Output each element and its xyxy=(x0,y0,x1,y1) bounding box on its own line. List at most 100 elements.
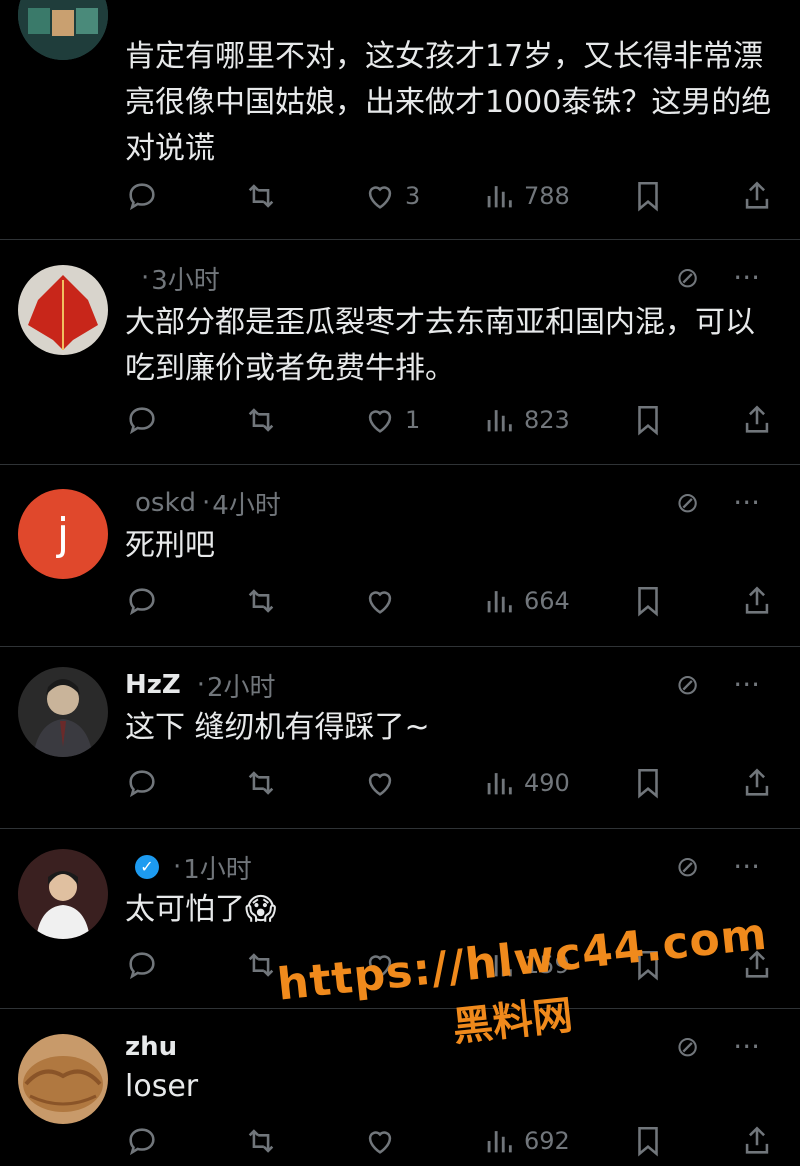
reply-feed: 肯定有哪里不对，这女孩才17岁，又长得非常漂亮很像中国姑娘，出来做才1000泰铢… xyxy=(0,0,800,1166)
reply-button[interactable] xyxy=(125,766,185,800)
more-icon[interactable]: ··· xyxy=(733,665,760,705)
share-button[interactable] xyxy=(740,403,782,437)
views-button[interactable]: 490 xyxy=(482,766,572,800)
grok-icon[interactable]: ⊘ xyxy=(676,483,699,523)
bookmark-button[interactable] xyxy=(631,1124,681,1158)
repost-button[interactable] xyxy=(244,584,304,618)
timestamp[interactable]: 1小时 xyxy=(183,849,252,886)
avatar[interactable] xyxy=(18,667,108,757)
username[interactable]: zhu xyxy=(125,1032,177,1062)
reply-post[interactable]: HzZ · 2小时 ⊘ ··· 这下 缝纫机有得踩了~ 490 xyxy=(0,647,800,829)
post-header: oskd · 4小时 ⊘ ··· xyxy=(125,483,780,523)
view-count: 788 xyxy=(524,182,570,210)
separator: · xyxy=(173,852,182,882)
grok-icon[interactable]: ⊘ xyxy=(676,847,699,887)
share-button[interactable] xyxy=(740,1124,782,1158)
share-icon xyxy=(745,1126,769,1154)
more-icon[interactable]: ··· xyxy=(733,483,760,523)
post-header: · 3小时 ⊘ ··· xyxy=(125,258,780,298)
like-button[interactable]: 3 xyxy=(363,179,423,213)
avatar[interactable] xyxy=(18,849,108,939)
reply-icon xyxy=(129,588,155,616)
reply-icon xyxy=(129,952,155,980)
reply-button[interactable] xyxy=(125,948,185,982)
share-icon xyxy=(745,181,769,209)
view-count: 692 xyxy=(524,1127,570,1155)
reply-icon xyxy=(129,183,155,211)
more-icon[interactable]: ··· xyxy=(733,847,760,887)
grok-icon[interactable]: ⊘ xyxy=(676,258,699,298)
views-button[interactable]: 692 xyxy=(482,1124,572,1158)
share-button[interactable] xyxy=(740,766,782,800)
share-button[interactable] xyxy=(740,584,782,618)
reply-post[interactable]: · 3小时 ⊘ ··· 大部分都是歪瓜裂枣才去东南亚和国内混，可以吃到廉价或者免… xyxy=(0,240,800,465)
bookmark-icon xyxy=(638,768,658,799)
repost-icon xyxy=(248,408,274,432)
more-icon[interactable]: ··· xyxy=(733,258,760,298)
like-button[interactable]: 1 xyxy=(363,403,423,437)
avatar[interactable] xyxy=(18,265,108,355)
action-bar: 3 788 xyxy=(125,176,782,216)
reply-button[interactable] xyxy=(125,584,185,618)
view-count: 490 xyxy=(524,769,570,797)
header-icons: ⊘ ··· xyxy=(676,258,760,298)
like-count: 3 xyxy=(405,182,421,210)
bookmark-icon xyxy=(638,181,658,212)
post-text: 大部分都是歪瓜裂枣才去东南亚和国内混，可以吃到廉价或者免费牛排。 xyxy=(125,305,755,386)
views-icon xyxy=(487,591,512,613)
action-bar: 490 xyxy=(125,763,782,803)
post-text: 肯定有哪里不对，这女孩才17岁，又长得非常漂亮很像中国姑娘，出来做才1000泰铢… xyxy=(125,39,772,166)
post-text: 这下 缝纫机有得踩了~ xyxy=(125,710,430,745)
repost-icon xyxy=(248,771,274,795)
header-icons: ⊘ ··· xyxy=(676,665,760,705)
reply-icon xyxy=(129,770,155,798)
like-icon xyxy=(368,1131,392,1154)
like-button[interactable] xyxy=(363,1124,423,1158)
verified-badge-icon: ✓ xyxy=(135,855,159,879)
avatar[interactable] xyxy=(18,0,108,60)
reply-button[interactable] xyxy=(125,403,185,437)
repost-icon xyxy=(248,1129,274,1153)
action-bar: 692 xyxy=(125,1121,782,1161)
post-header: ✓ · 1小时 ⊘ ··· xyxy=(125,847,780,887)
reply-button[interactable] xyxy=(125,1124,185,1158)
reply-post[interactable]: j oskd · 4小时 ⊘ ··· 死刑吧 664 xyxy=(0,465,800,647)
bookmark-button[interactable] xyxy=(631,403,681,437)
repost-button[interactable] xyxy=(244,179,304,213)
repost-button[interactable] xyxy=(244,1124,304,1158)
grok-icon[interactable]: ⊘ xyxy=(676,665,699,705)
repost-icon xyxy=(248,589,274,613)
share-button[interactable] xyxy=(740,179,782,213)
views-button[interactable]: 788 xyxy=(482,179,572,213)
bookmark-icon xyxy=(638,1126,658,1157)
bookmark-button[interactable] xyxy=(631,179,681,213)
bookmark-button[interactable] xyxy=(631,584,681,618)
bookmark-icon xyxy=(638,405,658,436)
repost-button[interactable] xyxy=(244,766,304,800)
action-bar: 664 xyxy=(125,581,782,621)
views-button[interactable]: 664 xyxy=(482,584,572,618)
repost-button[interactable] xyxy=(244,403,304,437)
timestamp[interactable]: 4小时 xyxy=(212,485,281,522)
avatar[interactable]: j xyxy=(18,489,108,579)
timestamp[interactable]: 2小时 xyxy=(207,667,276,704)
reply-icon xyxy=(129,407,155,435)
like-icon xyxy=(368,591,392,614)
timestamp[interactable]: 3小时 xyxy=(151,260,220,297)
share-icon xyxy=(745,586,769,614)
views-icon xyxy=(487,186,512,208)
header-icons: ⊘ ··· xyxy=(676,483,760,523)
username[interactable]: HzZ xyxy=(125,670,181,700)
like-button[interactable] xyxy=(363,584,423,618)
views-button[interactable]: 823 xyxy=(482,403,572,437)
reply-button[interactable] xyxy=(125,179,185,213)
like-icon xyxy=(368,773,392,796)
reply-post[interactable]: 肯定有哪里不对，这女孩才17岁，又长得非常漂亮很像中国姑娘，出来做才1000泰铢… xyxy=(0,0,800,240)
avatar[interactable] xyxy=(18,1034,108,1124)
like-button[interactable] xyxy=(363,766,423,800)
view-count: 664 xyxy=(524,587,570,615)
reply-icon xyxy=(129,1128,155,1156)
like-icon xyxy=(368,186,392,209)
bookmark-button[interactable] xyxy=(631,766,681,800)
handle[interactable]: oskd xyxy=(135,488,196,518)
